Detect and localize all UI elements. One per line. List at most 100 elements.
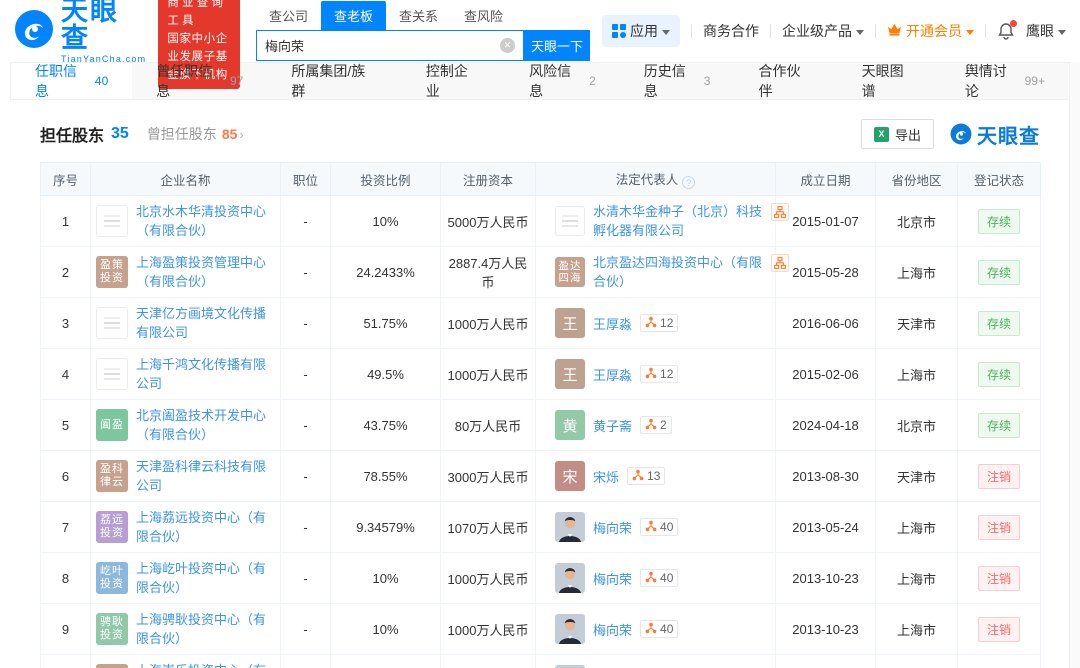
org-chart-icon[interactable]	[771, 253, 789, 272]
former-shareholder-link[interactable]: 曾担任股东 85 ›	[147, 124, 244, 144]
tab-合作伙伴[interactable]: 合作伙伴	[734, 63, 837, 99]
nav-business-cooperation[interactable]: 商务合作	[703, 21, 759, 41]
tab-label: 舆情讨论	[964, 63, 1007, 99]
search-module: 查公司查老板查关系查风险 ✕ 天眼一下	[256, 1, 590, 61]
table-header-row: 序号 企业名称 职位 投资比例 注册资本 法定代表人? 成立日期 省份地区 登记状态	[40, 162, 1041, 196]
relation-count-badge[interactable]: 13	[627, 467, 666, 485]
top-navigation: 应用 商务合作 企业级产品 开通会员 鹰眼	[602, 15, 1066, 47]
legal-rep-avatar: 王	[555, 308, 585, 338]
chevron-down-icon	[662, 29, 670, 35]
capital-cell	[440, 654, 536, 668]
tianyancha-logo[interactable]: 天眼查 TianYanCha.com	[14, 0, 146, 64]
relation-count: 40	[660, 622, 674, 636]
relation-count: 40	[660, 571, 674, 585]
tab-风险信息[interactable]: 风险信息 2	[505, 63, 620, 99]
tab-控制企业[interactable]: 控制企业	[402, 63, 505, 99]
legal-rep-link[interactable]: 水清木华金种子（北京）科技孵化器有限公司	[593, 202, 765, 241]
search-tab-查公司[interactable]: 查公司	[256, 1, 321, 30]
search-tab-查关系[interactable]: 查关系	[386, 1, 451, 30]
chevron-right-icon: ›	[239, 126, 244, 142]
company-name-link[interactable]: 上海屹叶投资中心（有限合伙）	[136, 559, 278, 598]
ratio-cell: 10%	[330, 603, 441, 655]
tab-任职信息[interactable]: 任职信息 40	[11, 63, 133, 99]
nav-enterprise-products[interactable]: 企业级产品	[782, 21, 864, 41]
legal-rep-link[interactable]: 梅向荣	[593, 569, 632, 588]
tab-曾任职信息[interactable]: 曾任职信息 97	[132, 63, 267, 99]
main-content: 担任股东 35 曾担任股东 85 › X 导出 天眼查 序号 企业名称 职位 投…	[0, 119, 1080, 668]
tab-所属集团/族群[interactable]: 所属集团/族群	[267, 63, 402, 99]
relation-count-badge[interactable]: 2	[640, 416, 672, 434]
search-tab-查老板[interactable]: 查老板	[321, 1, 387, 30]
column-header: 法定代表人?	[535, 162, 776, 196]
search-input[interactable]	[265, 38, 500, 53]
status-cell: 存续	[957, 246, 1041, 298]
relation-count-badge[interactable]: 40	[640, 569, 679, 587]
relation-count-badge[interactable]: 40	[640, 620, 679, 638]
nav-eagle-eye[interactable]: 鹰眼	[1026, 21, 1066, 41]
company-logo	[96, 664, 128, 668]
company-logo	[96, 358, 128, 390]
nav-apps[interactable]: 应用	[602, 15, 680, 47]
legal-rep-link[interactable]: 宋烁	[593, 467, 619, 486]
company-name-link[interactable]: 上海荔远投资中心（有限合伙）	[136, 508, 278, 547]
search-button[interactable]: 天眼一下	[524, 30, 590, 61]
scrollbar-track[interactable]	[1069, 62, 1080, 668]
tab-天眼图谱[interactable]: 天眼图谱	[838, 63, 941, 99]
status-cell: 注销	[957, 501, 1041, 553]
notification-bell-icon[interactable]	[997, 20, 1017, 40]
legal-rep-link[interactable]: 梅向荣	[593, 620, 632, 639]
legal-rep-cell: 黄黄子斋 2	[535, 399, 776, 451]
relation-count-badge[interactable]: 12	[640, 314, 679, 332]
seq-cell: 1	[40, 195, 91, 247]
company-cell: 北京水木华清投资中心（有限合伙）	[90, 195, 281, 247]
legal-rep-avatar	[555, 512, 585, 542]
tab-count: 40	[94, 74, 109, 88]
legal-rep-link[interactable]: 北京盈达四海投资中心（有限合伙）	[593, 253, 765, 292]
table-row: 9 骋耿 投资 上海骋耿投资中心（有限合伙） -10% 1000万人民币 梅向荣 40 2013…	[40, 603, 1041, 655]
tab-历史信息[interactable]: 历史信息 3	[620, 63, 735, 99]
region-cell	[875, 654, 958, 668]
date-cell: 2015-05-28	[775, 246, 876, 298]
table-row: 4 上海千鸿文化传播有限公司 -49.5% 1000万人民币王王厚淼 12 2015-02…	[40, 348, 1041, 400]
apps-grid-icon	[612, 24, 626, 38]
ratio-cell: 9.34579%	[330, 501, 441, 553]
legal-rep-link[interactable]: 梅向荣	[593, 518, 632, 537]
position-cell: -	[280, 297, 331, 349]
company-name-link[interactable]: 天津盈科律云科技有限公司	[136, 457, 278, 496]
capital-cell: 1000万人民币	[440, 297, 536, 349]
legal-rep-cell: 王王厚淼 12	[535, 348, 776, 400]
brand-name: 天眼查	[61, 0, 119, 53]
relation-graph-icon	[645, 418, 657, 433]
ratio-cell: 10%	[330, 552, 441, 604]
company-name-link[interactable]: 上海崇乐投资中心（有限合伙）	[136, 661, 278, 668]
search-tab-查风险[interactable]: 查风险	[451, 1, 516, 30]
region-cell: 北京市	[875, 399, 958, 451]
relation-graph-icon	[645, 316, 657, 331]
company-logo: 阖盈	[96, 409, 128, 441]
legal-rep-link[interactable]: 王厚淼	[593, 365, 632, 384]
export-button[interactable]: X 导出	[860, 119, 934, 149]
legal-rep-link[interactable]: 王厚淼	[593, 314, 632, 333]
tab-count: 99+	[1024, 74, 1045, 88]
relation-count-badge[interactable]: 40	[640, 518, 679, 536]
company-name-link[interactable]: 上海骋耿投资中心（有限合伙）	[136, 610, 278, 649]
org-chart-icon[interactable]	[771, 202, 789, 221]
company-name-link[interactable]: 北京水木华清投资中心（有限合伙）	[136, 202, 278, 241]
company-name-link[interactable]: 北京阖盈技术开发中心（有限合伙）	[136, 406, 278, 445]
help-icon[interactable]: ?	[682, 176, 696, 190]
legal-rep-link[interactable]: 黄子斋	[593, 416, 632, 435]
legal-rep-cell: 梅向荣 40	[535, 603, 776, 655]
company-name-link[interactable]: 天津亿方画境文化传播有限公司	[136, 304, 278, 343]
company-name-link[interactable]: 上海千鸿文化传播有限公司	[136, 355, 278, 394]
ratio-cell: 78.55%	[330, 450, 441, 502]
table-row: 5 阖盈 北京阖盈技术开发中心（有限合伙） -43.75% 80万人民币黄黄子斋 2 202…	[40, 399, 1041, 451]
tab-label: 曾任职信息	[156, 63, 213, 99]
relation-count-badge[interactable]: 12	[640, 365, 679, 383]
company-name-link[interactable]: 上海盈策投资管理中心（有限合伙）	[136, 253, 278, 292]
tab-舆情讨论[interactable]: 舆情讨论 99+	[941, 63, 1069, 99]
clear-search-icon[interactable]: ✕	[500, 38, 515, 53]
relation-graph-icon	[645, 367, 657, 382]
nav-open-membership[interactable]: 开通会员	[887, 21, 974, 41]
company-cell: 荔远 投资 上海荔远投资中心（有限合伙）	[90, 501, 281, 553]
capital-cell: 5000万人民币	[440, 195, 536, 247]
